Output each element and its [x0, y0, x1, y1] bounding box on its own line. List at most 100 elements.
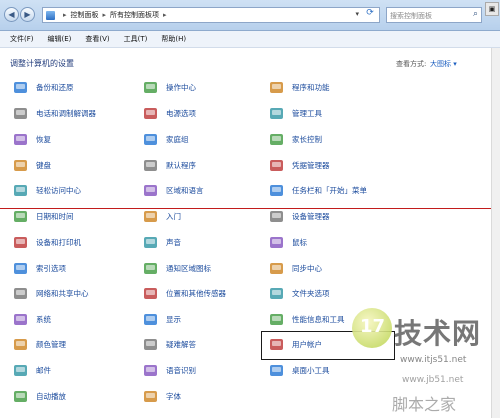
control-panel-item[interactable]: 邮件	[12, 359, 51, 381]
control-panel-item[interactable]: 性能信息和工具	[268, 308, 345, 330]
control-panel-item-label: 家庭组	[166, 134, 189, 144]
control-panel-item[interactable]: 位置和其他传感器	[142, 282, 226, 304]
keyboard-icon	[12, 157, 29, 174]
location-sensors-icon	[142, 285, 159, 302]
menu-tools[interactable]: 工具(T)	[124, 34, 148, 44]
display-icon	[142, 311, 159, 328]
forward-button[interactable]: ▶	[20, 7, 35, 22]
control-panel-item[interactable]: 家长控制	[268, 128, 322, 150]
control-panel-item-label: 语音识别	[166, 365, 196, 375]
programs-icon	[268, 79, 285, 96]
control-panel-item[interactable]: 鼠标	[268, 231, 307, 253]
printer-icon	[12, 234, 29, 251]
control-panel-item[interactable]: 管理工具	[268, 102, 322, 124]
taskbar-icon	[268, 182, 285, 199]
address-bar[interactable]: ▸ 控制面板 ▸ 所有控制面板项 ▸ ▾ ⟳	[42, 7, 380, 23]
control-panel-item-label: 疑难解答	[166, 339, 196, 349]
annotation-highlight-box	[261, 331, 395, 360]
control-panel-item-label: 同步中心	[292, 263, 322, 273]
control-panel-item[interactable]: 颜色管理	[12, 333, 66, 355]
control-panel-item[interactable]: 家庭组	[142, 128, 189, 150]
control-panel-item[interactable]: 同步中心	[268, 257, 322, 279]
window-icon: ▣	[485, 2, 499, 16]
sound-icon	[142, 234, 159, 251]
desktop-gadgets-icon	[268, 362, 285, 379]
address-dropdown-icon[interactable]: ▾	[355, 10, 359, 18]
control-panel-item[interactable]: 系统	[12, 308, 51, 330]
menu-file[interactable]: 文件(F)	[10, 34, 34, 44]
back-button[interactable]: ◀	[4, 7, 19, 22]
control-panel-item[interactable]: 程序和功能	[268, 76, 330, 98]
view-by-label: 查看方式:	[396, 60, 427, 68]
control-panel-item-label: 鼠标	[292, 237, 307, 247]
region-language-icon	[142, 182, 159, 199]
control-panel-item-label: 位置和其他传感器	[166, 288, 226, 298]
view-by-dropdown[interactable]: 大图标 ▾	[430, 59, 457, 69]
speech-recognition-icon	[142, 362, 159, 379]
control-panel-item[interactable]: 任务栏和「开始」菜单	[268, 179, 367, 201]
control-panel-item-label: 网络和共享中心	[36, 288, 89, 298]
admin-tools-icon	[268, 105, 285, 122]
date-time-icon	[12, 208, 29, 225]
menu-bar: 文件(F) 编辑(E) 查看(V) 工具(T) 帮助(H)	[0, 31, 500, 48]
breadcrumb-all-items[interactable]: 所有控制面板项	[110, 10, 159, 20]
menu-edit[interactable]: 编辑(E)	[48, 34, 72, 44]
control-panel-item[interactable]: 语音识别	[142, 359, 196, 381]
device-manager-icon	[268, 208, 285, 225]
control-panel-icon	[46, 10, 55, 20]
mail-icon	[12, 362, 29, 379]
menu-view[interactable]: 查看(V)	[85, 34, 109, 44]
control-panel-item-label: 任务栏和「开始」菜单	[292, 185, 367, 195]
troubleshooting-icon	[142, 336, 159, 353]
control-panel-item-label: 邮件	[36, 365, 51, 375]
fonts-icon	[142, 388, 159, 405]
control-panel-item[interactable]: 通知区域图标	[142, 257, 211, 279]
control-panel-item[interactable]: 操作中心	[142, 76, 196, 98]
control-panel-item-label: 系统	[36, 314, 51, 324]
control-panel-item-label: 显示	[166, 314, 181, 324]
control-panel-item[interactable]: 键盘	[12, 154, 51, 176]
vertical-scrollbar[interactable]	[491, 48, 500, 418]
control-panel-item[interactable]: 备份和还原	[12, 76, 74, 98]
search-icon[interactable]: ⌕	[473, 9, 478, 19]
control-panel-item[interactable]: 设备和打印机	[12, 231, 81, 253]
control-panel-item-label: 声音	[166, 237, 181, 247]
credential-manager-icon	[268, 157, 285, 174]
control-panel-item[interactable]: 桌面小工具	[268, 359, 330, 381]
control-panel-item-label: 字体	[166, 391, 181, 401]
control-panel-item[interactable]: 轻松访问中心	[12, 179, 81, 201]
control-panel-item-label: 设备和打印机	[36, 237, 81, 247]
control-panel-item[interactable]: 疑难解答	[142, 333, 196, 355]
control-panel-item[interactable]: 声音	[142, 231, 181, 253]
control-panel-item[interactable]: 区域和语言	[142, 179, 204, 201]
ease-of-access-icon	[12, 182, 29, 199]
search-input[interactable]: 搜索控制面板 ⌕	[386, 7, 482, 23]
control-panel-item[interactable]: 字体	[142, 385, 181, 407]
control-panel-item[interactable]: 显示	[142, 308, 181, 330]
control-panel-item-label: 轻松访问中心	[36, 185, 81, 195]
parental-controls-icon	[268, 131, 285, 148]
control-panel-item-label: 备份和还原	[36, 82, 74, 92]
power-options-icon	[142, 105, 159, 122]
control-panel-item[interactable]: 恢复	[12, 128, 51, 150]
search-placeholder: 搜索控制面板	[390, 12, 432, 20]
control-panel-item-label: 文件夹选项	[292, 288, 330, 298]
indexing-icon	[12, 260, 29, 277]
control-panel-item-label: 性能信息和工具	[292, 314, 345, 324]
control-panel-item[interactable]: 凭据管理器	[268, 154, 330, 176]
control-panel-item[interactable]: 电源选项	[142, 102, 196, 124]
control-panel-item-label: 区域和语言	[166, 185, 204, 195]
control-panel-item[interactable]: 索引选项	[12, 257, 66, 279]
control-panel-item[interactable]: 网络和共享中心	[12, 282, 89, 304]
control-panel-item[interactable]: 文件夹选项	[268, 282, 330, 304]
menu-help[interactable]: 帮助(H)	[161, 34, 186, 44]
control-panel-main: 调整计算机的设置 查看方式: 大图标 ▾ 备份和还原 操作中心 程序和功能 电话和调制…	[0, 48, 500, 418]
control-panel-item[interactable]: 电话和调制解调器	[12, 102, 96, 124]
refresh-icon[interactable]: ⟳	[363, 8, 377, 22]
control-panel-item[interactable]: 自动播放	[12, 385, 66, 407]
breadcrumb-control-panel[interactable]: 控制面板	[71, 10, 99, 20]
phone-modem-icon	[12, 105, 29, 122]
control-panel-item-label: 凭据管理器	[292, 160, 330, 170]
control-panel-item[interactable]: 默认程序	[142, 154, 196, 176]
control-panel-item-label: 自动播放	[36, 391, 66, 401]
